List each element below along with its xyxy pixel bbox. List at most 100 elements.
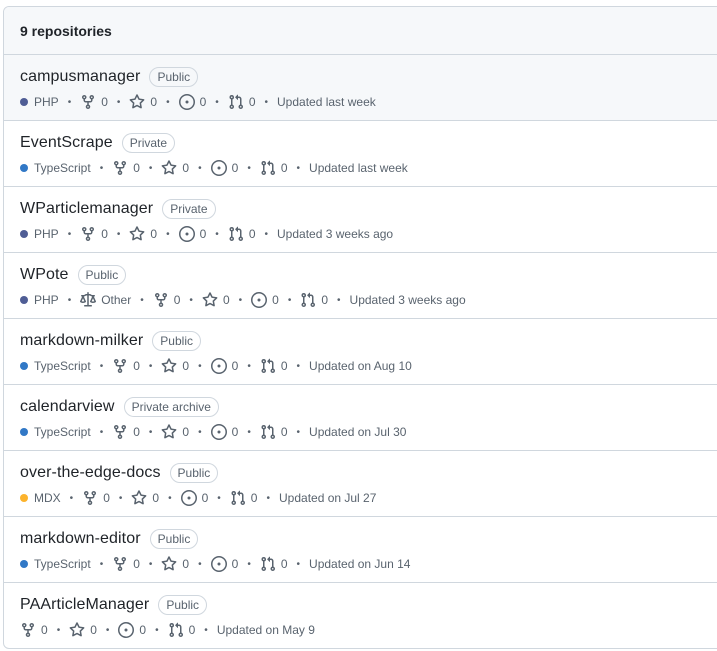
pull-requests-count: 0	[321, 293, 329, 307]
stars-link[interactable]: 0	[202, 292, 230, 308]
repo-name-link[interactable]: WPote	[20, 266, 69, 284]
meta-separator: •	[264, 96, 269, 108]
pull-requests-link[interactable]: 0	[260, 424, 288, 440]
issues-link[interactable]: 0	[210, 160, 238, 176]
stars-link[interactable]: 0	[129, 94, 157, 110]
star-icon	[129, 226, 150, 242]
stars-link[interactable]: 0	[129, 226, 157, 242]
repo-language: PHP	[20, 95, 59, 109]
forks-count: 0	[133, 359, 140, 373]
forks-link[interactable]: 0	[80, 94, 108, 110]
forks-link[interactable]: 0	[153, 292, 181, 308]
repo-name-link[interactable]: EventScrape	[20, 134, 113, 152]
visibility-badge: Public	[158, 595, 208, 615]
issues-link[interactable]: 0	[210, 424, 239, 440]
issue-icon	[180, 490, 202, 506]
forks-link[interactable]: 0	[82, 490, 110, 506]
meta-separator: •	[266, 492, 270, 504]
meta-separator: •	[56, 624, 61, 636]
forks-link[interactable]: 0	[80, 226, 108, 242]
language-color-dot	[20, 494, 28, 502]
pull-requests-link[interactable]: 0	[260, 160, 288, 176]
meta-separator: •	[189, 294, 193, 306]
repo-name-link[interactable]: markdown-editor	[20, 530, 141, 548]
meta-separator: •	[105, 624, 110, 636]
meta-separator: •	[204, 624, 208, 636]
stars-link[interactable]: 0	[161, 556, 189, 572]
stars-link[interactable]: 0	[69, 622, 97, 638]
pull-requests-link[interactable]: 0	[300, 292, 328, 308]
meta-separator: •	[118, 492, 123, 504]
pull-requests-link[interactable]: 0	[168, 622, 195, 638]
repo-name-link[interactable]: over-the-edge-docs	[20, 464, 161, 482]
stars-link[interactable]: 0	[161, 160, 189, 176]
issues-link[interactable]: 0	[180, 490, 209, 506]
repo-row: over-the-edge-docs Public MDX • 0 • 0 • 0 • 0 • Upda…	[4, 451, 717, 517]
visibility-badge: Public	[149, 67, 199, 87]
repo-name-link[interactable]: markdown-milker	[20, 332, 143, 350]
repo-language: MDX	[20, 491, 61, 505]
meta-separator: •	[69, 492, 74, 504]
repo-title-line: markdown-milker Public	[20, 330, 717, 352]
stars-link[interactable]: 0	[161, 358, 189, 374]
issue-icon	[210, 424, 232, 440]
repo-name-link[interactable]: campusmanager	[20, 68, 140, 86]
forks-link[interactable]: 0	[20, 622, 48, 638]
repo-name-link[interactable]: calendarview	[20, 398, 115, 416]
issues-link[interactable]: 0	[178, 94, 206, 110]
meta-separator: •	[99, 558, 104, 570]
fork-icon	[153, 292, 174, 308]
repo-name-link[interactable]: WParticlemanager	[20, 200, 153, 218]
repository-count: 9 repositories	[20, 22, 112, 39]
meta-separator: •	[99, 426, 104, 438]
pull-requests-link[interactable]: 0	[230, 490, 257, 506]
stars-count: 0	[182, 425, 190, 439]
forks-count: 0	[173, 293, 181, 307]
stars-count: 0	[182, 161, 190, 175]
issues-count: 0	[231, 425, 239, 439]
repo-meta: TypeScript • 0 • 0 • 0 • 0 • Updated on Jun 14	[20, 554, 717, 574]
repo-meta: 0 • 0 • 0 • 0 • Updated on May 9	[20, 620, 717, 640]
issues-link[interactable]: 0	[251, 292, 279, 308]
repo-row: PAArticleManager Public 0 • 0 • 0 • 0 • Updated on…	[4, 583, 717, 648]
stars-link[interactable]: 0	[161, 424, 189, 440]
meta-separator: •	[287, 294, 292, 306]
repo-title-line: EventScrape Private	[20, 132, 717, 154]
visibility-badge: Private	[162, 199, 216, 219]
pull-requests-link[interactable]: 0	[228, 94, 256, 110]
language-color-dot	[20, 362, 28, 370]
stars-link[interactable]: 0	[131, 490, 159, 506]
repo-meta: PHP • 0 • 0 • 0 • 0 • Updated 3 weeks ago	[20, 224, 717, 244]
updated-time: Updated 3 weeks ago	[277, 227, 394, 241]
pull-request-icon	[168, 622, 189, 638]
meta-separator: •	[116, 228, 121, 240]
stars-count: 0	[222, 293, 230, 307]
forks-link[interactable]: 0	[112, 556, 140, 572]
pull-requests-link[interactable]: 0	[228, 226, 256, 242]
pull-requests-count: 0	[280, 161, 288, 175]
forks-link[interactable]: 0	[112, 358, 140, 374]
fork-icon	[112, 160, 133, 176]
issues-link[interactable]: 0	[118, 622, 146, 638]
language-color-dot	[20, 296, 28, 304]
visibility-badge: Public	[77, 265, 127, 285]
pull-requests-link[interactable]: 0	[260, 556, 288, 572]
forks-link[interactable]: 0	[112, 160, 140, 176]
star-icon	[131, 490, 152, 506]
stars-count: 0	[150, 227, 158, 241]
repo-language: PHP	[20, 293, 59, 307]
pull-requests-count: 0	[280, 425, 288, 439]
forks-link[interactable]: 0	[112, 424, 140, 440]
pull-request-icon	[300, 292, 321, 308]
pull-request-icon	[228, 94, 249, 110]
pull-requests-link[interactable]: 0	[260, 358, 288, 374]
issues-link[interactable]: 0	[210, 556, 238, 572]
issues-link[interactable]: 0	[210, 358, 238, 374]
issues-count: 0	[201, 491, 209, 505]
repo-title-line: WPote Public	[20, 264, 717, 286]
repo-name-link[interactable]: PAArticleManager	[20, 596, 149, 614]
visibility-badge: Private	[121, 133, 176, 153]
issues-link[interactable]: 0	[178, 226, 206, 242]
issue-icon	[251, 292, 272, 308]
fork-icon	[112, 424, 133, 440]
